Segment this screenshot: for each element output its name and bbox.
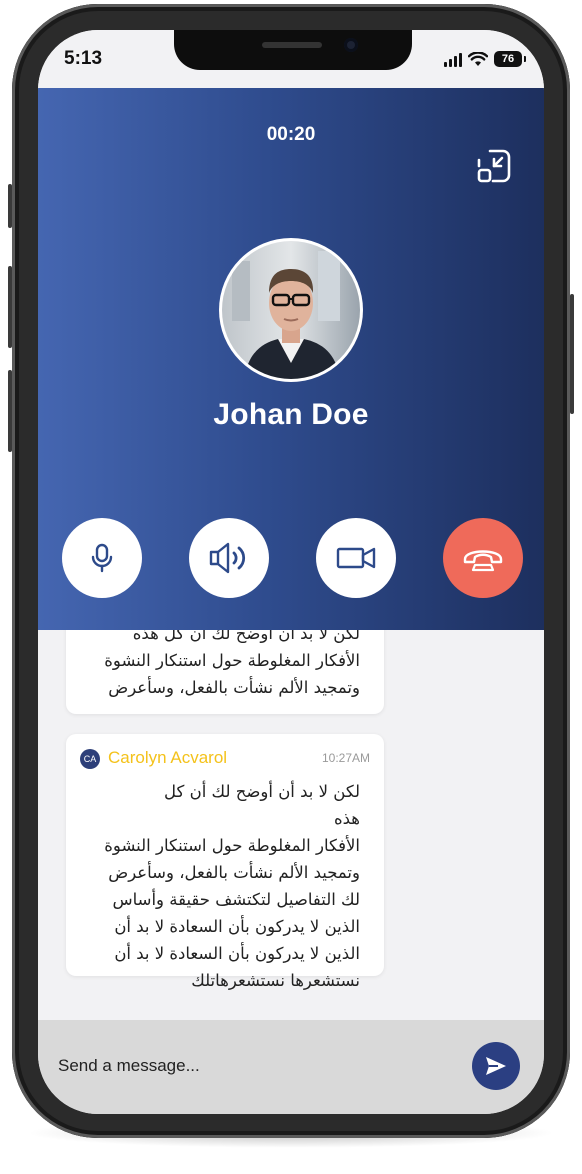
power-button: [570, 294, 574, 414]
speaker-button[interactable]: [189, 518, 269, 598]
message-composer: [38, 1020, 544, 1114]
message-line: لك التفاصيل لتكتشف حقيقة وأساس: [112, 890, 360, 909]
send-icon: [486, 1057, 506, 1075]
wifi-icon: [468, 51, 488, 66]
message-bubble: CA Carolyn Acvarol 10:27AM لكن لا بد أن …: [66, 734, 384, 990]
status-icons: 76: [444, 50, 526, 68]
message-line: لكن لا بد أن أوضح لك أن كل: [164, 782, 360, 801]
notch: [174, 30, 412, 70]
speaker-icon: [209, 542, 246, 574]
message-text: لكن لا بد أن أوضح لك أن كل هذه الأفكار ا…: [66, 778, 384, 994]
call-controls: [38, 518, 544, 600]
call-panel: 00:20 Johan Doe: [38, 88, 544, 630]
status-bar: 5:13 76: [38, 30, 544, 88]
end-call-button[interactable]: [443, 518, 523, 598]
sender-avatar: CA: [80, 749, 100, 769]
microphone-icon: [91, 543, 113, 573]
front-camera: [344, 38, 358, 52]
message-line: هذه: [333, 809, 360, 828]
volume-up-button: [8, 266, 12, 348]
signal-icon: [444, 52, 462, 67]
message-bubble: لكن لا بد أن أوضح لك أن كل هذه الأفكار ا…: [66, 630, 384, 714]
home-indicator: [224, 1102, 358, 1107]
message-line: الذين لا يدركون بأن السعادة لا بد أن: [114, 944, 360, 963]
message-line: وتمجيد الألم نشأت بالفعل، وسأعرض: [108, 678, 360, 697]
video-camera-icon: [336, 547, 376, 569]
message-line: نستشعرها نستشعرهاتلك: [191, 971, 360, 990]
battery-level: 76: [501, 53, 515, 65]
sender-name: Carolyn Acvarol: [108, 748, 228, 767]
end-call-icon: [463, 550, 503, 572]
status-time: 5:13: [64, 48, 103, 69]
action-button: [8, 184, 12, 228]
minimize-icon: [477, 149, 511, 183]
caller-avatar: [219, 238, 363, 382]
send-button[interactable]: [472, 1042, 520, 1090]
message-line: لكن لا بد أن أوضح لك أن كل هذه: [132, 630, 360, 643]
battery-icon: 76: [494, 51, 526, 67]
message-header: CA Carolyn Acvarol 10:27AM: [66, 734, 384, 778]
caller-name: Johan Doe: [213, 398, 369, 431]
earpiece-speaker: [262, 42, 322, 48]
phone-screen: 5:13 76 00:20 Johan Doe لكن لا بد أن أوض…: [38, 30, 544, 1114]
message-line: وتمجيد الألم نشأت بالفعل، وسأعرض: [108, 863, 360, 882]
caller-photo: [222, 241, 360, 379]
call-timer: 00:20: [266, 124, 316, 145]
message-time: 10:27AM: [321, 751, 370, 765]
mute-button[interactable]: [62, 518, 142, 598]
chat-messages[interactable]: لكن لا بد أن أوضح لك أن كل هذه الأفكار ا…: [38, 630, 544, 1020]
message-input[interactable]: [58, 1046, 458, 1086]
video-button[interactable]: [316, 518, 396, 598]
message-line: الأفكار المغلوطة حول استنكار النشوة: [104, 836, 360, 855]
message-line: الأفكار المغلوطة حول استنكار النشوة: [104, 651, 360, 670]
volume-down-button: [8, 370, 12, 452]
message-line: الذين لا يدركون بأن السعادة لا بد أن: [114, 917, 360, 936]
minimize-call-button[interactable]: [476, 148, 512, 184]
message-text: لكن لا بد أن أوضح لك أن كل هذه الأفكار ا…: [66, 630, 384, 701]
